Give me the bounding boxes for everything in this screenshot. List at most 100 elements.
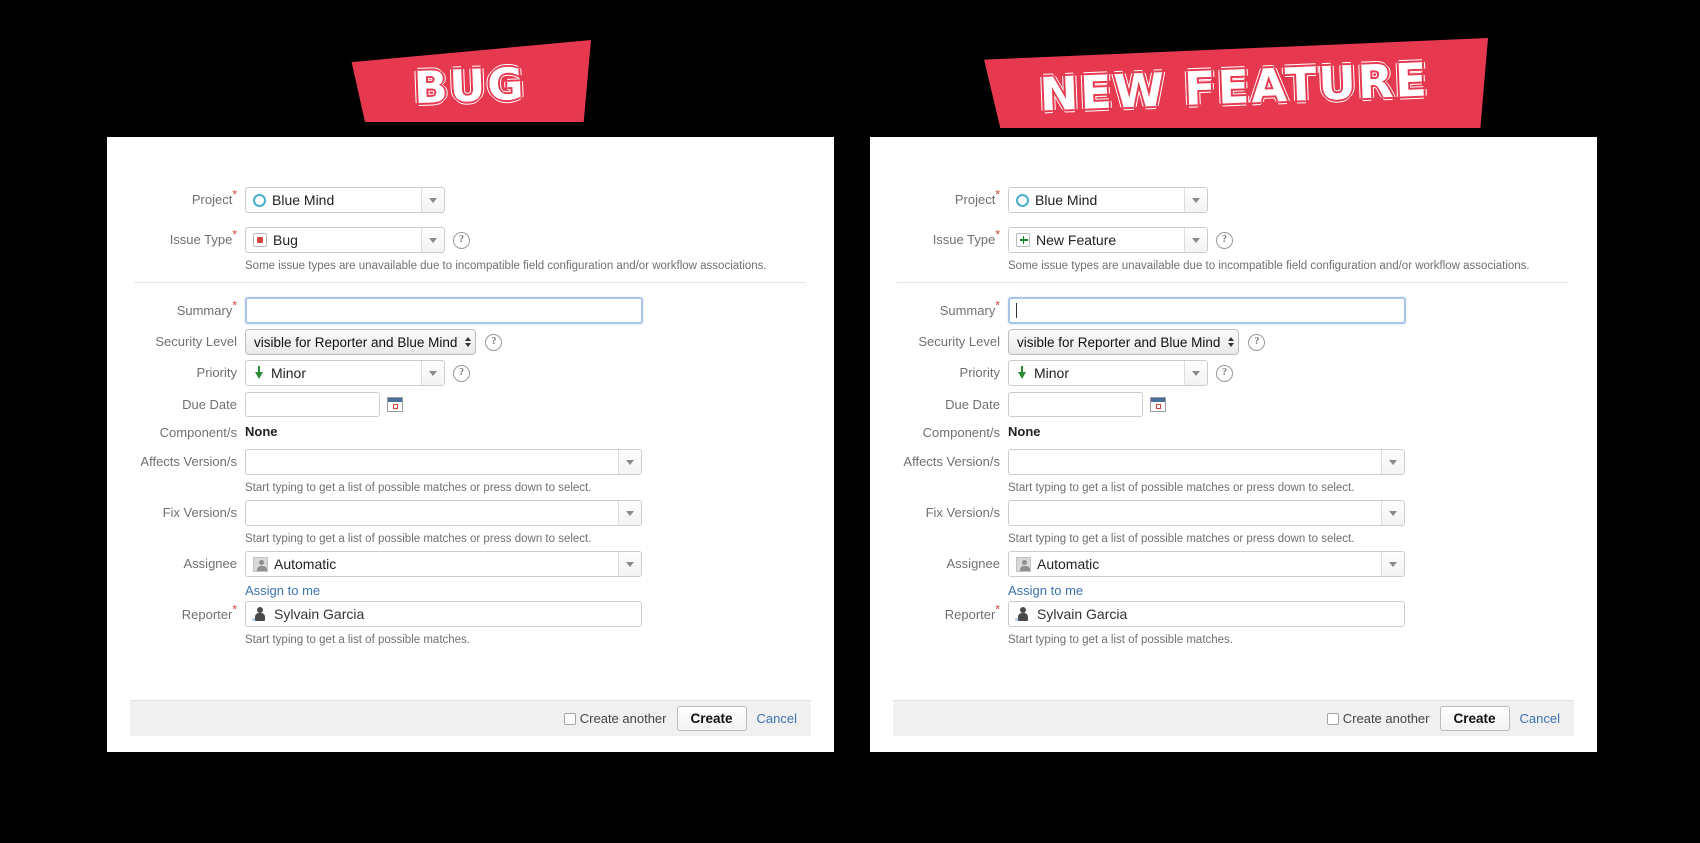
create-another-checkbox-wrap[interactable]: Create another [1326,711,1430,726]
assign-to-me-link[interactable]: Assign to me [245,583,320,598]
fix-versions-help: Start typing to get a list of possible m… [245,533,592,545]
reporter-help: Start typing to get a list of possible m… [245,634,471,646]
project-circle-icon [253,193,266,207]
issue-type-help-icon[interactable]: ? [1216,231,1233,249]
summary-input[interactable] [245,297,643,324]
cancel-link[interactable]: Cancel [757,711,797,726]
chevron-down-icon [1389,561,1397,567]
assignee-label: Assignee [946,556,1000,571]
affects-versions-dropdown-arrow[interactable] [618,450,641,474]
security-level-select[interactable]: visible for Reporter and Blue Mind [245,329,477,355]
field-row-project: Project* Blue Mind [107,187,834,213]
project-dropdown-arrow[interactable] [1184,188,1207,212]
issue-type-select[interactable]: New Feature [1008,227,1208,253]
fix-versions-dropdown-arrow[interactable] [618,501,641,525]
field-row-assignee: Assignee Automatic Assign to me [107,551,834,600]
assign-to-me-link[interactable]: Assign to me [1008,583,1083,598]
summary-input[interactable] [1008,297,1406,324]
field-row-fix-versions: Fix Version/s Start typing to get a list… [107,500,834,546]
assignee-value: Automatic [274,556,337,572]
arrow-down-green-icon [1016,366,1028,380]
field-row-assignee: Assignee Automatic Assign to me [870,551,1597,600]
calendar-icon[interactable] [387,397,403,412]
create-another-label: Create another [579,711,667,726]
reporter-input[interactable]: Sylvain Garcia [1008,601,1405,627]
required-marker: * [995,298,1000,313]
create-another-checkbox-wrap[interactable]: Create another [563,711,667,726]
affects-versions-label: Affects Version/s [140,454,237,469]
priority-select[interactable]: Minor [245,360,445,386]
required-marker: * [232,602,237,617]
components-value: None [245,424,278,439]
fix-versions-label: Fix Version/s [925,505,1000,520]
security-level-help-icon[interactable]: ? [485,333,503,351]
fix-versions-dropdown-arrow[interactable] [1381,501,1404,525]
priority-help-icon[interactable]: ? [453,364,470,382]
chevron-down-icon [626,459,634,465]
due-date-input[interactable] [1008,392,1143,417]
field-row-priority: Priority Minor ? [870,360,1597,386]
arrow-down-green-icon [253,366,265,380]
project-select[interactable]: Blue Mind [245,187,445,213]
due-date-label: Due Date [945,397,1000,412]
required-marker: * [995,227,1000,242]
security-level-help-icon[interactable]: ? [1248,333,1266,351]
project-dropdown-arrow[interactable] [421,188,444,212]
chevron-down-icon [429,237,437,243]
reporter-value: Sylvain Garcia [1037,606,1128,622]
create-another-checkbox[interactable] [563,712,576,725]
priority-label: Priority [959,365,1000,380]
field-row-security-level: Security Level visible for Reporter and … [107,329,834,355]
security-level-select[interactable]: visible for Reporter and Blue Mind [1008,329,1240,355]
required-marker: * [995,602,1000,617]
issue-type-select[interactable]: Bug [245,227,445,253]
components-label: Component/s [159,425,237,440]
field-row-components: Component/s None [107,423,834,441]
calendar-icon[interactable] [1150,397,1166,412]
security-level-value: visible for Reporter and Blue Mind [1017,334,1221,350]
create-button[interactable]: Create [676,706,747,731]
issue-type-help-icon[interactable]: ? [453,231,470,249]
reporter-label: Reporter* [944,602,1000,622]
field-row-due-date: Due Date [107,392,834,417]
section-divider [134,282,806,283]
assignee-select[interactable]: Automatic [1008,551,1405,577]
affects-versions-dropdown-arrow[interactable] [1381,450,1404,474]
assignee-dropdown-arrow[interactable] [618,552,641,576]
assignee-label: Assignee [183,556,237,571]
project-circle-icon [1016,193,1029,207]
assignee-dropdown-arrow[interactable] [1381,552,1404,576]
chevron-down-icon [429,370,437,376]
affects-versions-select[interactable] [245,449,642,475]
affects-versions-help: Start typing to get a list of possible m… [1008,482,1355,494]
required-marker: * [232,227,237,242]
fix-versions-select[interactable] [245,500,642,526]
cancel-link[interactable]: Cancel [1520,711,1560,726]
chevron-down-icon [1389,510,1397,516]
priority-dropdown-arrow[interactable] [1184,361,1207,385]
affects-versions-select[interactable] [1008,449,1405,475]
issue-type-dropdown-arrow[interactable] [421,228,444,252]
banner-new-feature-label: NEW FEATURE [1038,52,1430,122]
issue-type-label: Issue Type* [932,227,1000,247]
reporter-input[interactable]: Sylvain Garcia [245,601,642,627]
fix-versions-help: Start typing to get a list of possible m… [1008,533,1355,545]
avatar-icon [253,556,268,572]
priority-label: Priority [196,365,237,380]
issue-type-value: New Feature [1036,232,1117,248]
chevron-down-icon [429,197,437,203]
priority-select[interactable]: Minor [1008,360,1208,386]
fix-versions-select[interactable] [1008,500,1405,526]
create-another-checkbox[interactable] [1326,712,1339,725]
assignee-select[interactable]: Automatic [245,551,642,577]
priority-dropdown-arrow[interactable] [421,361,444,385]
issue-type-dropdown-arrow[interactable] [1184,228,1207,252]
field-row-summary: Summary* [107,297,834,324]
chevron-down-icon [1192,237,1200,243]
project-select[interactable]: Blue Mind [1008,187,1208,213]
create-button[interactable]: Create [1439,706,1510,731]
due-date-input[interactable] [245,392,380,417]
section-divider [897,282,1569,283]
priority-help-icon[interactable]: ? [1216,364,1233,382]
security-level-label: Security Level [918,334,1000,349]
